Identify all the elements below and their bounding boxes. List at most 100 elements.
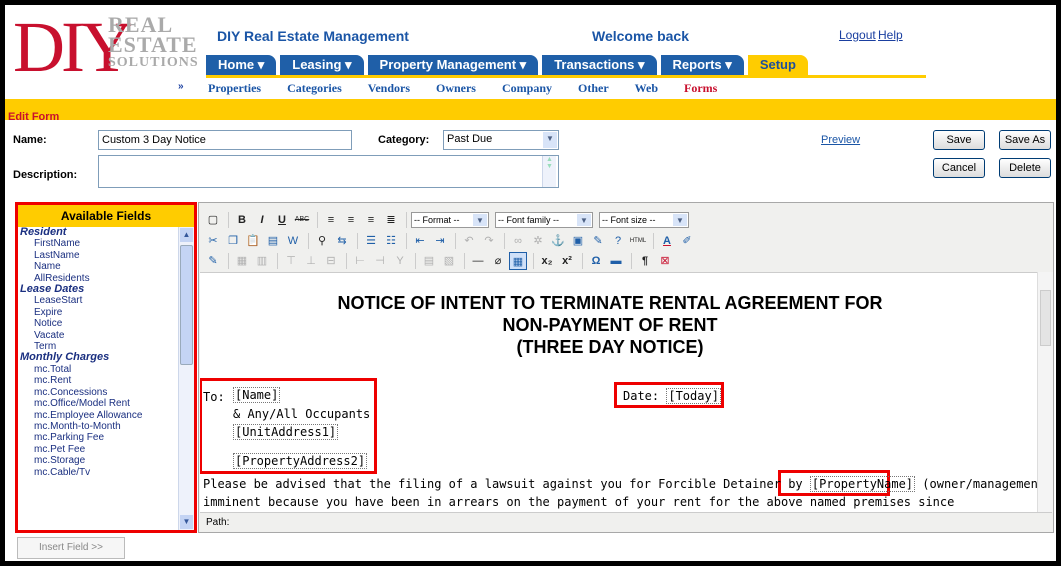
field-item[interactable]: mc.Office/Model Rent <box>18 398 178 409</box>
row-before-icon[interactable]: ⊤ <box>282 252 300 270</box>
help-icon[interactable]: ? <box>609 232 627 250</box>
field-item[interactable]: mc.Concessions <box>18 387 178 398</box>
cancel-button[interactable]: Cancel <box>933 158 985 178</box>
insert-hr-icon[interactable]: ▬ <box>607 252 625 270</box>
superscript-icon[interactable]: x² <box>558 252 576 270</box>
subnav-other[interactable]: Other <box>578 81 609 96</box>
font-size-select[interactable]: -- Font size -- ▼ <box>599 212 689 228</box>
cut-icon[interactable]: ✂ <box>204 232 222 250</box>
tab-leasing[interactable]: Leasing ▾ <box>280 55 364 75</box>
field-item[interactable]: mc.Cable/Tv <box>18 467 178 478</box>
field-item[interactable]: mc.Month-to-Month <box>18 421 178 432</box>
subnav-owners[interactable]: Owners <box>436 81 476 96</box>
indent-icon[interactable]: ⇥ <box>431 232 449 250</box>
bullet-list-icon[interactable]: ☰ <box>362 232 380 250</box>
category-select[interactable]: Past Due ▼ <box>443 130 559 150</box>
field-item[interactable]: mc.Storage <box>18 455 178 466</box>
split-cells-icon[interactable]: ▤ <box>420 252 438 270</box>
special-char-icon[interactable]: Ω <box>587 252 605 270</box>
tab-reports[interactable]: Reports ▾ <box>660 55 744 75</box>
edit-style-icon[interactable]: ✎ <box>204 252 222 270</box>
tab-home[interactable]: Home ▾ <box>206 55 277 75</box>
text-color-icon[interactable]: A <box>658 232 676 250</box>
field-item[interactable]: Name <box>18 261 178 272</box>
field-item[interactable]: mc.Pet Fee <box>18 444 178 455</box>
delete-button[interactable]: Delete <box>999 158 1051 178</box>
paste-text-icon[interactable]: ▤ <box>264 232 282 250</box>
scroll-down-icon[interactable]: ▼ <box>180 515 193 529</box>
insert-field-button[interactable]: Insert Field >> <box>17 537 125 559</box>
row-after-icon[interactable]: ⊥ <box>302 252 320 270</box>
align-right-icon[interactable]: ≡ <box>362 211 380 229</box>
strikethrough-icon[interactable]: ABC <box>293 211 311 229</box>
subnav-web[interactable]: Web <box>635 81 658 96</box>
link-icon[interactable]: ∞ <box>509 232 527 250</box>
subnav-forms[interactable]: Forms <box>684 81 717 96</box>
merge-cells-icon[interactable]: ▧ <box>440 252 458 270</box>
help-link[interactable]: Help <box>878 28 903 42</box>
subnav-properties[interactable]: Properties <box>208 81 261 96</box>
bold-icon[interactable]: B <box>233 211 251 229</box>
name-input[interactable]: Custom 3 Day Notice <box>98 130 352 150</box>
tab-transactions[interactable]: Transactions ▾ <box>542 55 657 75</box>
tab-property-management[interactable]: Property Management ▾ <box>367 55 539 75</box>
field-item[interactable]: FirstName <box>18 238 178 249</box>
field-item[interactable]: mc.Total <box>18 364 178 375</box>
image-icon[interactable]: ▣ <box>569 232 587 250</box>
align-left-icon[interactable]: ≡ <box>322 211 340 229</box>
paste-icon[interactable]: 📋 <box>244 232 262 250</box>
scroll-up-icon[interactable]: ▲ <box>180 228 193 242</box>
subnav-vendors[interactable]: Vendors <box>368 81 410 96</box>
find-icon[interactable]: ⚲ <box>313 232 331 250</box>
field-item[interactable]: LeaseStart <box>18 295 178 306</box>
font-family-select[interactable]: -- Font family -- ▼ <box>495 212 593 228</box>
subscript-icon[interactable]: x₂ <box>538 252 556 270</box>
copy-icon[interactable]: ❐ <box>224 232 242 250</box>
field-item[interactable]: Notice <box>18 318 178 329</box>
tab-setup[interactable]: Setup <box>747 55 808 75</box>
cleanup-icon[interactable]: ✎ <box>589 232 607 250</box>
paste-word-icon[interactable]: W <box>284 232 302 250</box>
cell-props-icon[interactable]: ▥ <box>253 252 271 270</box>
visual-aid-icon[interactable]: ▦ <box>509 252 527 270</box>
html-source-icon[interactable]: HTML <box>629 232 647 250</box>
description-scrollbar[interactable]: ▲ ▼ <box>542 156 556 187</box>
underline-icon[interactable]: U <box>273 211 291 229</box>
highlight-color-icon[interactable]: ✐ <box>678 232 696 250</box>
subnav-company[interactable]: Company <box>502 81 552 96</box>
document-scroll-thumb[interactable] <box>1040 290 1051 346</box>
preview-link[interactable]: Preview <box>821 134 860 146</box>
save-as-button[interactable]: Save As <box>999 130 1051 150</box>
save-button[interactable]: Save <box>933 130 985 150</box>
field-item[interactable]: Vacate <box>18 330 178 341</box>
description-input[interactable] <box>98 155 559 188</box>
new-document-icon[interactable]: ▢ <box>204 211 222 229</box>
remove-format-icon[interactable]: ⌀ <box>489 252 507 270</box>
table-props-icon[interactable]: ▦ <box>233 252 251 270</box>
field-item[interactable]: mc.Employee Allowance <box>18 410 178 421</box>
col-before-icon[interactable]: ⊢ <box>351 252 369 270</box>
unlink-icon[interactable]: ✲ <box>529 232 547 250</box>
align-justify-icon[interactable]: ≣ <box>382 211 400 229</box>
col-after-icon[interactable]: ⊣ <box>371 252 389 270</box>
fields-scroll-thumb[interactable] <box>180 245 193 365</box>
delete-col-icon[interactable]: Y <box>391 252 409 270</box>
format-select[interactable]: -- Format -- ▼ <box>411 212 489 228</box>
undo-icon[interactable]: ↶ <box>460 232 478 250</box>
field-item[interactable]: LastName <box>18 250 178 261</box>
field-item[interactable]: mc.Rent <box>18 375 178 386</box>
horizontal-rule-icon[interactable]: — <box>469 252 487 270</box>
fullscreen-icon[interactable]: ⊠ <box>656 252 674 270</box>
fields-scrollbar[interactable]: ▲ ▼ <box>178 227 194 530</box>
numbered-list-icon[interactable]: ☷ <box>382 232 400 250</box>
logout-link[interactable]: Logout <box>839 28 876 42</box>
italic-icon[interactable]: I <box>253 211 271 229</box>
paragraph-mark-icon[interactable]: ¶ <box>636 252 654 270</box>
outdent-icon[interactable]: ⇤ <box>411 232 429 250</box>
field-item[interactable]: mc.Parking Fee <box>18 432 178 443</box>
document-body[interactable]: NOTICE OF INTENT TO TERMINATE RENTAL AGR… <box>200 272 1037 512</box>
field-item[interactable]: Expire <box>18 307 178 318</box>
subnav-categories[interactable]: Categories <box>287 81 342 96</box>
replace-icon[interactable]: ⇆ <box>333 232 351 250</box>
align-center-icon[interactable]: ≡ <box>342 211 360 229</box>
